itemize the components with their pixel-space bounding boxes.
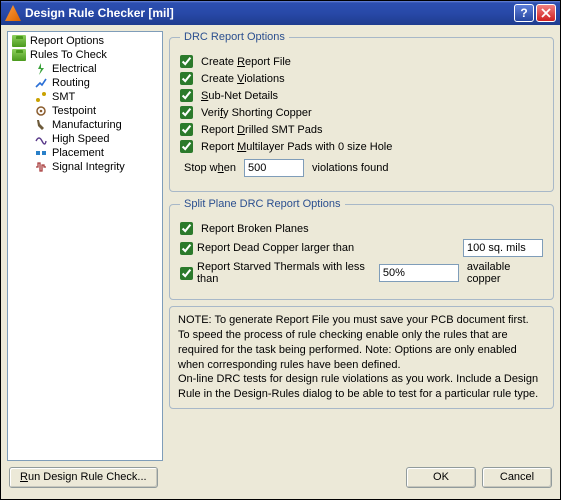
signal-icon [34,161,48,173]
create-violations-checkbox[interactable] [180,72,193,85]
dead-copper-label: Report Dead Copper larger than [197,242,354,254]
placement-icon [34,147,48,159]
tree-label: Testpoint [52,105,96,117]
stop-when-input[interactable] [244,159,304,177]
tree-item-manufacturing[interactable]: Manufacturing [8,118,162,132]
multilayer-label: Report Multilayer Pads with 0 size Hole [201,141,392,153]
tree-label: Report Options [30,35,104,47]
tree-label: Signal Integrity [52,161,125,173]
highspeed-icon [34,133,48,145]
tree-label: Routing [52,77,90,89]
drc-report-options-group: DRC Report Options Create Report File Cr… [169,31,554,192]
window-title: Design Rule Checker [mil] [25,6,512,20]
tree-label: Manufacturing [52,119,122,131]
drilled-label: Report Drilled SMT Pads [201,124,322,136]
group-legend: DRC Report Options [180,31,289,43]
folder-icon [12,49,26,61]
starved-thermals-input[interactable] [379,264,459,282]
tree-label: High Speed [52,133,110,145]
starved-thermals-label: Report Starved Thermals with less than [197,261,379,285]
manufacturing-icon [34,119,48,131]
starved-thermals-tail: available copper [467,261,543,285]
cancel-button[interactable]: Cancel [482,467,552,488]
tree-label: Placement [52,147,104,159]
tree-item-smt[interactable]: SMT [8,90,162,104]
tree-item-electrical[interactable]: Electrical [8,62,162,76]
help-button[interactable]: ? [514,4,534,22]
note-box: NOTE: To generate Report File you must s… [169,306,554,409]
tree-label: Electrical [52,63,97,75]
category-tree[interactable]: Report Options Rules To Check Electrical… [7,31,163,461]
title-bar: Design Rule Checker [mil] ? [1,1,560,25]
multilayer-checkbox[interactable] [180,140,193,153]
tree-label: SMT [52,91,75,103]
tree-item-testpoint[interactable]: Testpoint [8,104,162,118]
tree-item-rules-to-check[interactable]: Rules To Check [8,48,162,62]
ok-button[interactable]: OK [406,467,476,488]
routing-icon [34,77,48,89]
close-button[interactable] [536,4,556,22]
drilled-checkbox[interactable] [180,123,193,136]
testpoint-icon [34,105,48,117]
tree-item-routing[interactable]: Routing [8,76,162,90]
note-line: To speed the process of rule checking en… [178,328,545,373]
shorting-checkbox[interactable] [180,106,193,119]
subnet-checkbox[interactable] [180,89,193,102]
app-icon [5,5,21,21]
tree-item-report-options[interactable]: Report Options [8,34,162,48]
group-legend: Split Plane DRC Report Options [180,198,345,210]
broken-planes-checkbox[interactable] [180,222,193,235]
run-drc-button[interactable]: Run Design Rule Check... [9,467,158,488]
electrical-icon [34,63,48,75]
note-line: On-line DRC tests for design rule violat… [178,372,545,402]
tree-item-signal-integrity[interactable]: Signal Integrity [8,160,162,174]
folder-icon [12,35,26,47]
tree-item-high-speed[interactable]: High Speed [8,132,162,146]
broken-planes-label: Report Broken Planes [201,223,309,235]
tree-item-placement[interactable]: Placement [8,146,162,160]
note-line: NOTE: To generate Report File you must s… [178,313,545,328]
starved-thermals-checkbox[interactable] [180,267,193,280]
create-report-label: Create Report File [201,56,291,68]
stop-when-label: Stop when [184,162,236,174]
dead-copper-input[interactable] [463,239,543,257]
split-plane-options-group: Split Plane DRC Report Options Report Br… [169,198,554,300]
create-violations-label: Create Violations [201,73,285,85]
shorting-label: Verify Shorting Copper [201,107,312,119]
dead-copper-checkbox[interactable] [180,242,193,255]
smt-icon [34,91,48,103]
tree-label: Rules To Check [30,49,107,61]
create-report-checkbox[interactable] [180,55,193,68]
stop-when-suffix: violations found [312,162,388,174]
dialog-footer: Run Design Rule Check... OK Cancel [1,467,560,493]
subnet-label: Sub-Net Details [201,90,278,102]
